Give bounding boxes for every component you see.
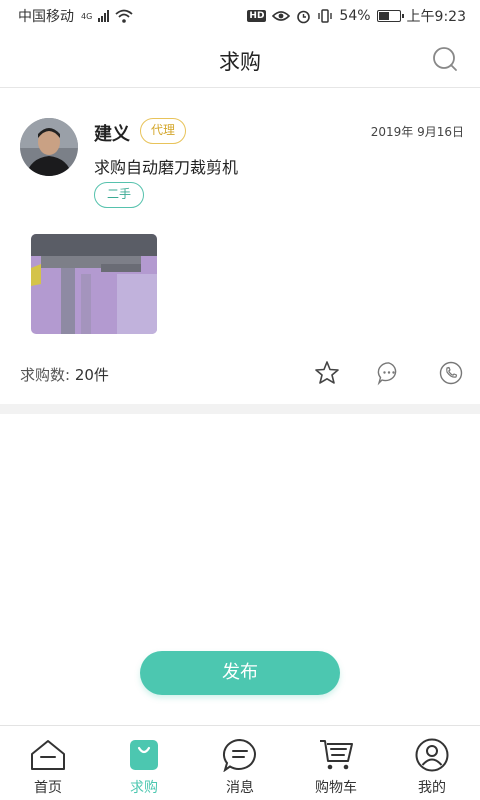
network-type: 4G xyxy=(81,11,93,21)
user-name[interactable]: 建义 xyxy=(94,120,130,146)
page-title: 求购 xyxy=(219,50,261,74)
battery-icon xyxy=(376,10,404,22)
carrier-name: 中国移动 xyxy=(18,9,74,25)
profile-icon xyxy=(415,738,449,772)
purchase-request-card[interactable]: 建义 代理 2019年 9月16日 求购自动磨刀裁剪机 二手 求购数: 20件 xyxy=(0,88,480,404)
eye-icon xyxy=(272,11,291,21)
wifi-icon xyxy=(115,9,133,23)
product-photo[interactable] xyxy=(31,234,157,334)
shopping-bag-icon xyxy=(130,740,158,770)
tab-label: 消息 xyxy=(226,780,254,796)
search-icon[interactable] xyxy=(432,46,458,72)
quantity: 求购数: 20件 xyxy=(20,364,109,385)
signal-icon xyxy=(98,10,110,22)
chat-icon[interactable] xyxy=(376,360,402,386)
section-divider xyxy=(0,404,480,414)
message-icon xyxy=(222,738,256,772)
tab-purchase[interactable]: 求购 xyxy=(96,726,192,800)
role-tag: 代理 xyxy=(140,118,187,144)
tab-home[interactable]: 首页 xyxy=(0,726,96,800)
tab-label: 首页 xyxy=(34,780,62,796)
tab-profile[interactable]: 我的 xyxy=(384,726,480,800)
publish-button[interactable]: 发布 xyxy=(140,651,340,695)
tab-cart[interactable]: 购物车 xyxy=(288,726,384,800)
status-left: 中国移动 4G xyxy=(18,6,133,26)
battery-percent: 54% xyxy=(339,8,371,24)
post-date: 2019年 9月16日 xyxy=(370,125,464,139)
status-right: HD 54% 上午9:23 xyxy=(247,6,466,26)
bottom-tab-bar: 首页 求购 消息 购物车 我的 xyxy=(0,725,480,800)
phone-icon[interactable] xyxy=(438,360,464,386)
avatar[interactable] xyxy=(20,118,78,176)
battery-fill xyxy=(378,12,389,20)
tab-messages[interactable]: 消息 xyxy=(192,726,288,800)
tab-label: 我的 xyxy=(418,780,446,796)
quantity-value: 20件 xyxy=(74,366,109,384)
star-icon[interactable] xyxy=(314,360,340,386)
quantity-label: 求购数: xyxy=(20,366,71,384)
post-text: 求购自动磨刀裁剪机 xyxy=(94,158,239,177)
cart-icon xyxy=(320,740,353,770)
tab-label: 购物车 xyxy=(315,780,357,796)
condition-tag: 二手 xyxy=(94,182,145,208)
status-bar: 中国移动 4G HD 54% 上午9:23 xyxy=(0,0,480,32)
vibrate-icon xyxy=(318,9,333,23)
app-header: 求购 xyxy=(0,32,480,88)
tab-label: 求购 xyxy=(130,780,158,796)
home-icon xyxy=(31,740,65,770)
hd-badge: HD xyxy=(247,10,267,22)
clock: 上午9:23 xyxy=(406,9,466,25)
alarm-icon xyxy=(297,10,311,23)
